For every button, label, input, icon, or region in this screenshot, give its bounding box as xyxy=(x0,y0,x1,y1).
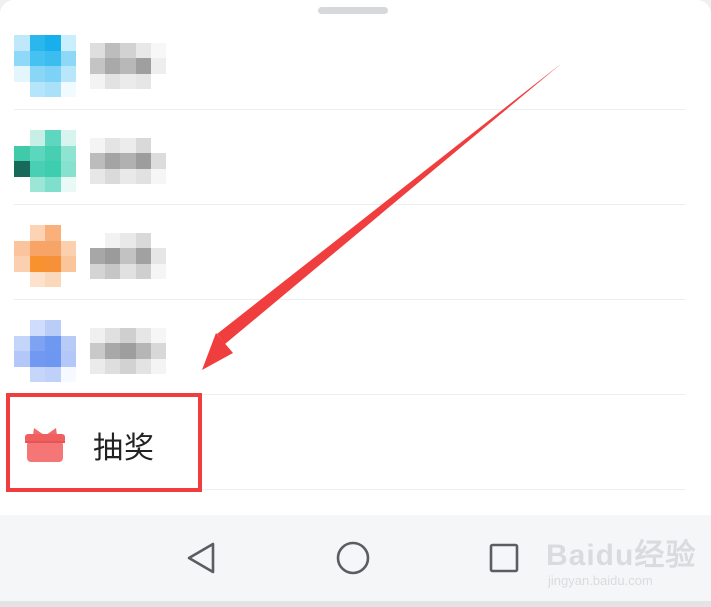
bottom-edge xyxy=(0,601,711,607)
recents-icon xyxy=(489,543,519,573)
list-item-blurred-app-4[interactable] xyxy=(0,300,711,395)
blurred-app-icon xyxy=(14,225,76,287)
blurred-app-name xyxy=(90,328,166,374)
watermark-sub: jingyan.baidu.com xyxy=(548,573,653,588)
list-item-blurred-app-3[interactable] xyxy=(0,205,711,300)
blurred-app-name xyxy=(90,138,166,184)
drag-handle[interactable] xyxy=(318,7,388,14)
back-icon xyxy=(187,542,215,574)
blurred-app-name xyxy=(90,233,166,279)
blurred-app-icon xyxy=(14,35,76,97)
list-item-blurred-app-2[interactable] xyxy=(0,110,711,205)
blurred-app-name xyxy=(90,43,166,89)
recents-button[interactable] xyxy=(484,538,524,578)
home-icon xyxy=(336,541,370,575)
baidu-watermark: Baidu经验 jingyan.baidu.com xyxy=(546,530,706,592)
blurred-app-icon xyxy=(14,130,76,192)
back-button[interactable] xyxy=(181,538,221,578)
divider xyxy=(14,489,685,490)
watermark-text: Baidu经验 xyxy=(546,539,697,572)
list-item-blurred-app-1[interactable] xyxy=(0,15,711,110)
gift-icon xyxy=(25,428,65,462)
bottom-sheet: 抽奖 xyxy=(0,0,711,515)
home-button[interactable] xyxy=(333,538,373,578)
blurred-app-icon xyxy=(14,320,76,382)
lottery-label: 抽奖 xyxy=(93,431,155,466)
